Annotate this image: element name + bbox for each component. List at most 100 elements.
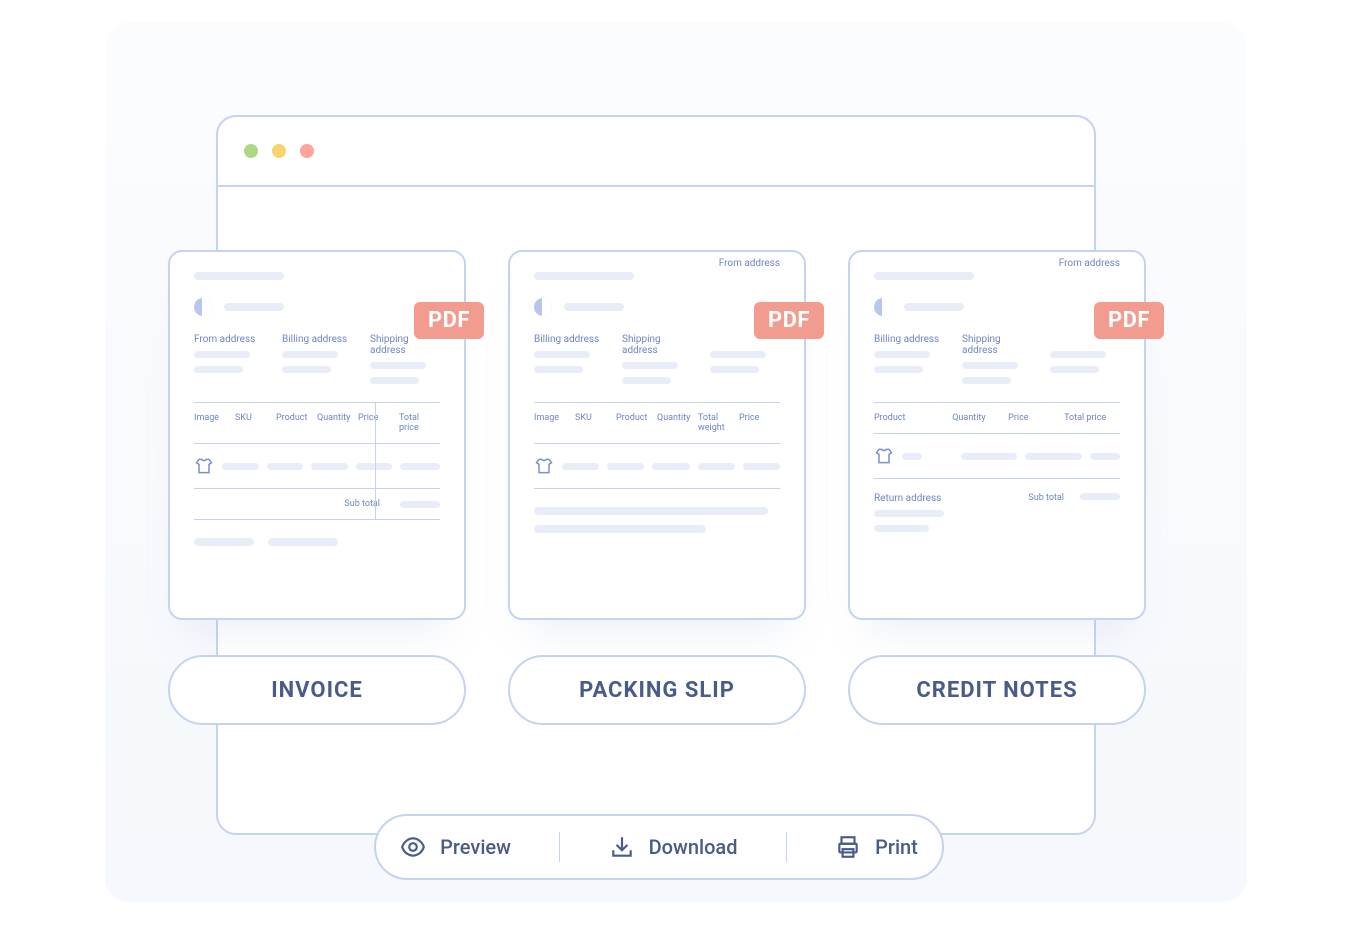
placeholder <box>222 463 259 470</box>
col-sku: SKU <box>235 413 276 433</box>
placeholder <box>534 507 768 515</box>
placeholder <box>534 366 583 373</box>
shirt-icon <box>194 456 214 476</box>
print-label: Print <box>875 835 918 859</box>
invoice-table-header: Image SKU Product Quantity Price Total p… <box>194 403 440 444</box>
download-label: Download <box>649 835 738 859</box>
shipping-address-label: Shipping address <box>622 334 692 356</box>
preview-button[interactable]: Preview <box>400 834 511 860</box>
placeholder <box>874 351 930 358</box>
print-button[interactable]: Print <box>835 834 918 860</box>
placeholder <box>400 463 440 470</box>
col-quantity: Quantity <box>952 413 1008 423</box>
print-icon <box>835 834 861 860</box>
return-address-label: Return address <box>874 493 1028 504</box>
logo-placeholder-icon <box>194 298 212 316</box>
placeholder <box>1050 351 1106 358</box>
placeholder <box>962 377 1011 384</box>
placeholder <box>874 272 974 280</box>
col-product: Product <box>874 413 952 423</box>
col-image: Image <box>194 413 235 433</box>
download-icon <box>609 834 635 860</box>
billing-address-label: Billing address <box>874 334 944 345</box>
placeholder <box>194 538 254 546</box>
placeholder <box>902 453 922 460</box>
col-image: Image <box>534 413 575 433</box>
placeholder <box>622 377 671 384</box>
invoice-pill[interactable]: INVOICE <box>168 655 466 725</box>
col-sku: SKU <box>575 413 616 433</box>
placeholder <box>607 463 644 470</box>
col-price: Price <box>1008 413 1064 423</box>
window-dot-yellow <box>272 144 286 158</box>
invoice-card: PDF From address Billing address Shippin… <box>168 250 466 620</box>
window-chrome <box>218 117 1094 187</box>
eye-icon <box>400 834 426 860</box>
placeholder <box>874 366 923 373</box>
pdf-badge: PDF <box>414 302 484 339</box>
pdf-badge: PDF <box>754 302 824 339</box>
document-type-pills: INVOICE PACKING SLIP CREDIT NOTES <box>168 655 1146 725</box>
from-address-label: From address <box>1059 258 1120 269</box>
placeholder <box>400 501 440 508</box>
placeholder <box>961 453 1018 460</box>
placeholder <box>194 366 243 373</box>
billing-address-label: Billing address <box>534 334 604 345</box>
placeholder <box>564 303 624 311</box>
download-button[interactable]: Download <box>609 834 738 860</box>
logo-placeholder-icon <box>534 298 552 316</box>
shipping-address-label: Shipping address <box>962 334 1032 356</box>
placeholder <box>370 377 419 384</box>
packing-slip-card: From address PDF Billing address Shippin… <box>508 250 806 620</box>
pdf-badge: PDF <box>1094 302 1164 339</box>
logo-placeholder-icon <box>874 298 892 316</box>
placeholder <box>874 525 929 532</box>
placeholder <box>710 366 759 373</box>
placeholder <box>1050 366 1099 373</box>
placeholder <box>874 510 944 517</box>
placeholder <box>1025 453 1082 460</box>
placeholder <box>743 463 780 470</box>
placeholder <box>534 351 590 358</box>
packing-slip-pill[interactable]: PACKING SLIP <box>508 655 806 725</box>
placeholder <box>534 272 634 280</box>
placeholder <box>698 463 735 470</box>
shirt-icon <box>874 446 894 466</box>
preview-label: Preview <box>440 835 511 859</box>
window-dot-red <box>300 144 314 158</box>
shirt-icon <box>534 456 554 476</box>
placeholder <box>710 351 766 358</box>
credit-notes-pill[interactable]: CREDIT NOTES <box>848 655 1146 725</box>
placeholder <box>267 463 304 470</box>
placeholder <box>224 303 284 311</box>
placeholder <box>562 463 599 470</box>
divider <box>786 832 787 862</box>
billing-address-label: Billing address <box>282 334 352 345</box>
placeholder <box>534 525 706 533</box>
placeholder <box>282 351 338 358</box>
placeholder <box>1090 453 1120 460</box>
window-dot-green <box>244 144 258 158</box>
placeholder <box>904 303 964 311</box>
placeholder <box>370 362 426 369</box>
col-total-price: Total price <box>399 413 440 433</box>
packing-slip-table-header: Image SKU Product Quantity Total weight … <box>534 403 780 444</box>
placeholder <box>311 463 348 470</box>
placeholder <box>268 538 338 546</box>
table-divider <box>375 403 376 519</box>
col-price: Price <box>739 413 780 433</box>
from-address-label: From address <box>194 334 264 345</box>
col-product: Product <box>276 413 317 433</box>
divider <box>559 832 560 862</box>
subtotal-label: Sub total <box>1028 493 1064 503</box>
action-bar: Preview Download Print <box>374 814 944 880</box>
document-cards-row: PDF From address Billing address Shippin… <box>168 250 1146 620</box>
col-quantity: Quantity <box>317 413 358 433</box>
col-total-weight: Total weight <box>698 413 739 433</box>
placeholder <box>962 362 1018 369</box>
col-price: Price <box>358 413 399 433</box>
from-address-label: From address <box>719 258 780 269</box>
placeholder <box>356 463 393 470</box>
col-product: Product <box>616 413 657 433</box>
placeholder <box>652 463 689 470</box>
